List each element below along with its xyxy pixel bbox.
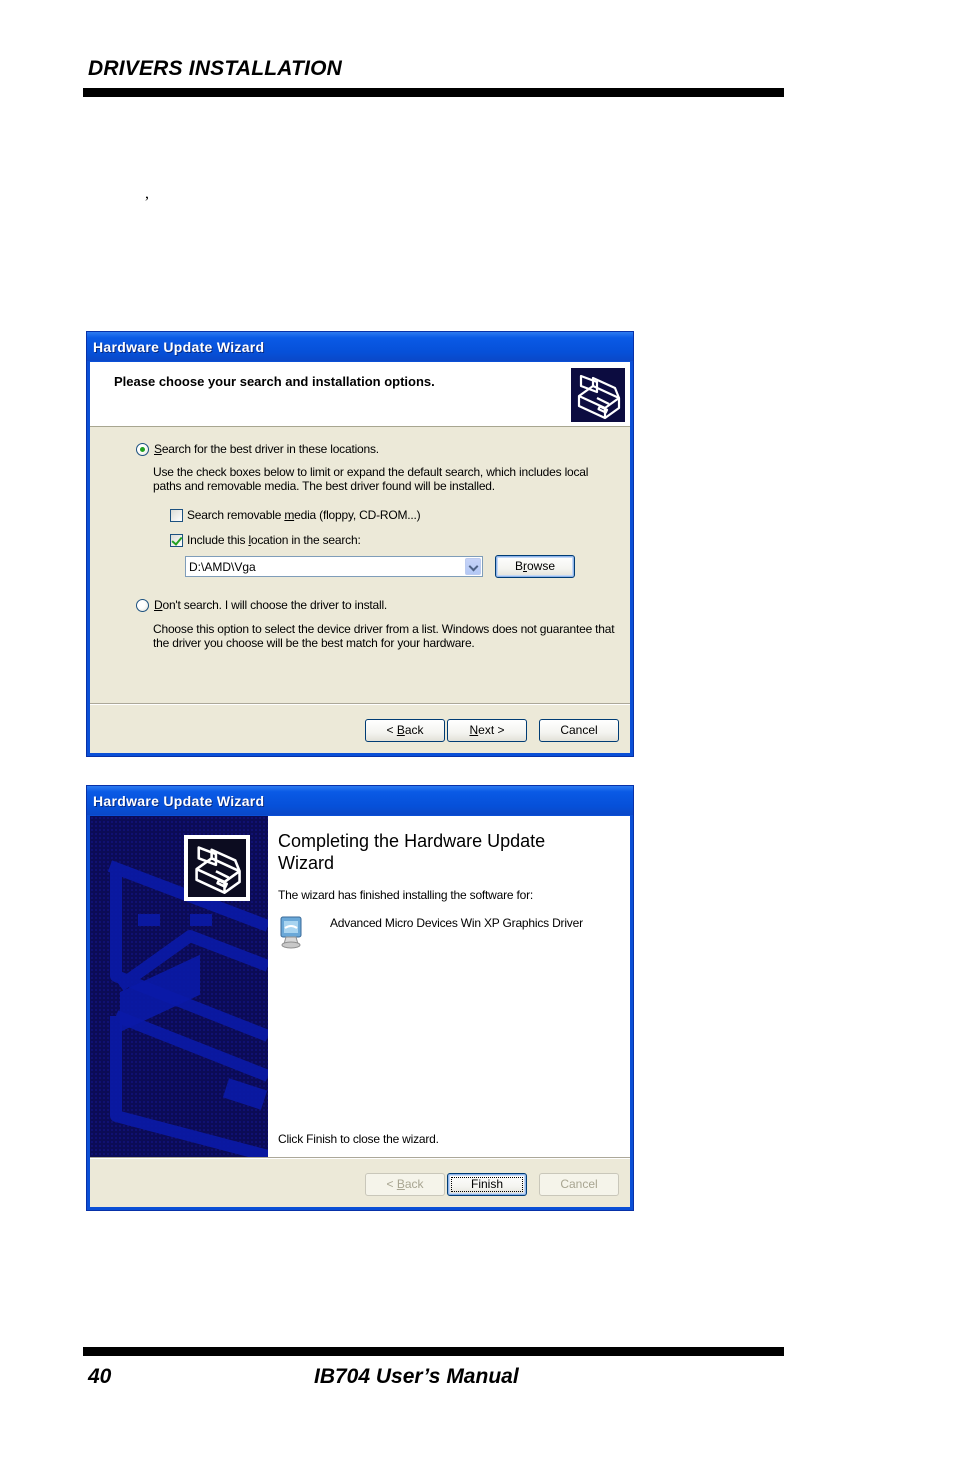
search-best-driver-radio[interactable] xyxy=(136,443,149,456)
back-button[interactable]: < Back xyxy=(365,719,445,742)
close-hint: Click Finish to close the wizard. xyxy=(278,1132,439,1146)
device-name: Advanced Micro Devices Win XP Graphics D… xyxy=(330,916,583,930)
location-combobox[interactable]: D:\AMD\Vga xyxy=(185,556,483,577)
footer-separator xyxy=(90,703,630,705)
manual-title: IB704 User’s Manual xyxy=(314,1365,519,1388)
footer-rule xyxy=(83,1347,784,1356)
dialog-title-bar[interactable]: Hardware Update Wizard xyxy=(87,786,633,815)
location-value: D:\AMD\Vga xyxy=(189,560,256,574)
wizard-main-panel: Completing the Hardware Update Wizard Th… xyxy=(268,816,630,1157)
display-monitor-icon xyxy=(278,914,306,950)
stray-text: , xyxy=(145,185,149,202)
dont-search-radio[interactable] xyxy=(136,599,149,612)
hardware-update-wizard-complete-dialog: Hardware Update Wizard Completing the Ha… xyxy=(86,785,634,1211)
hardware-wizard-icon xyxy=(571,368,625,422)
search-description-line2: paths and removable media. The best driv… xyxy=(153,479,495,493)
page-number: 40 xyxy=(88,1365,112,1388)
header-rule xyxy=(83,88,784,97)
dont-search-description-line2: the driver you choose will be the best m… xyxy=(153,636,475,650)
search-removable-media-label[interactable]: Search removable media (floppy, CD-ROM..… xyxy=(187,508,421,522)
hardware-update-wizard-options-dialog: Hardware Update Wizard Please choose you… xyxy=(86,331,634,757)
back-button[interactable]: < Back xyxy=(365,1173,445,1196)
cancel-button[interactable]: Cancel xyxy=(539,1173,619,1196)
finished-text: The wizard has finished installing the s… xyxy=(278,888,534,902)
banner-title: Please choose your search and installati… xyxy=(114,374,435,389)
search-best-driver-label[interactable]: Search for the best driver in these loca… xyxy=(154,442,379,456)
dialog-client-area: Please choose your search and installati… xyxy=(90,362,630,753)
footer-separator xyxy=(90,1157,630,1159)
hardware-wizard-icon xyxy=(184,835,250,901)
dialog-client-area: Completing the Hardware Update Wizard Th… xyxy=(90,816,630,1207)
next-button[interactable]: Next > xyxy=(447,719,527,742)
include-location-label[interactable]: Include this location in the search: xyxy=(187,533,361,547)
search-removable-media-checkbox[interactable] xyxy=(170,509,183,522)
focus-ring xyxy=(451,1177,523,1192)
search-description-line1: Use the check boxes below to limit or ex… xyxy=(153,465,589,479)
finish-button[interactable]: Finish xyxy=(447,1173,527,1196)
wizard-sidebar-graphic xyxy=(90,816,268,1157)
chevron-down-icon[interactable] xyxy=(465,558,481,575)
dont-search-description-line1: Choose this option to select the device … xyxy=(153,622,615,636)
dialog-title-bar[interactable]: Hardware Update Wizard xyxy=(87,332,633,361)
include-location-checkbox[interactable] xyxy=(170,534,183,547)
browse-button[interactable]: Browse xyxy=(495,555,575,578)
wizard-banner: Please choose your search and installati… xyxy=(90,362,630,427)
cancel-button[interactable]: Cancel xyxy=(539,719,619,742)
dont-search-label[interactable]: Don't search. I will choose the driver t… xyxy=(154,598,387,612)
page-header: DRIVERS INSTALLATION xyxy=(88,57,343,80)
completion-headline: Completing the Hardware Update Wizard xyxy=(278,831,546,873)
